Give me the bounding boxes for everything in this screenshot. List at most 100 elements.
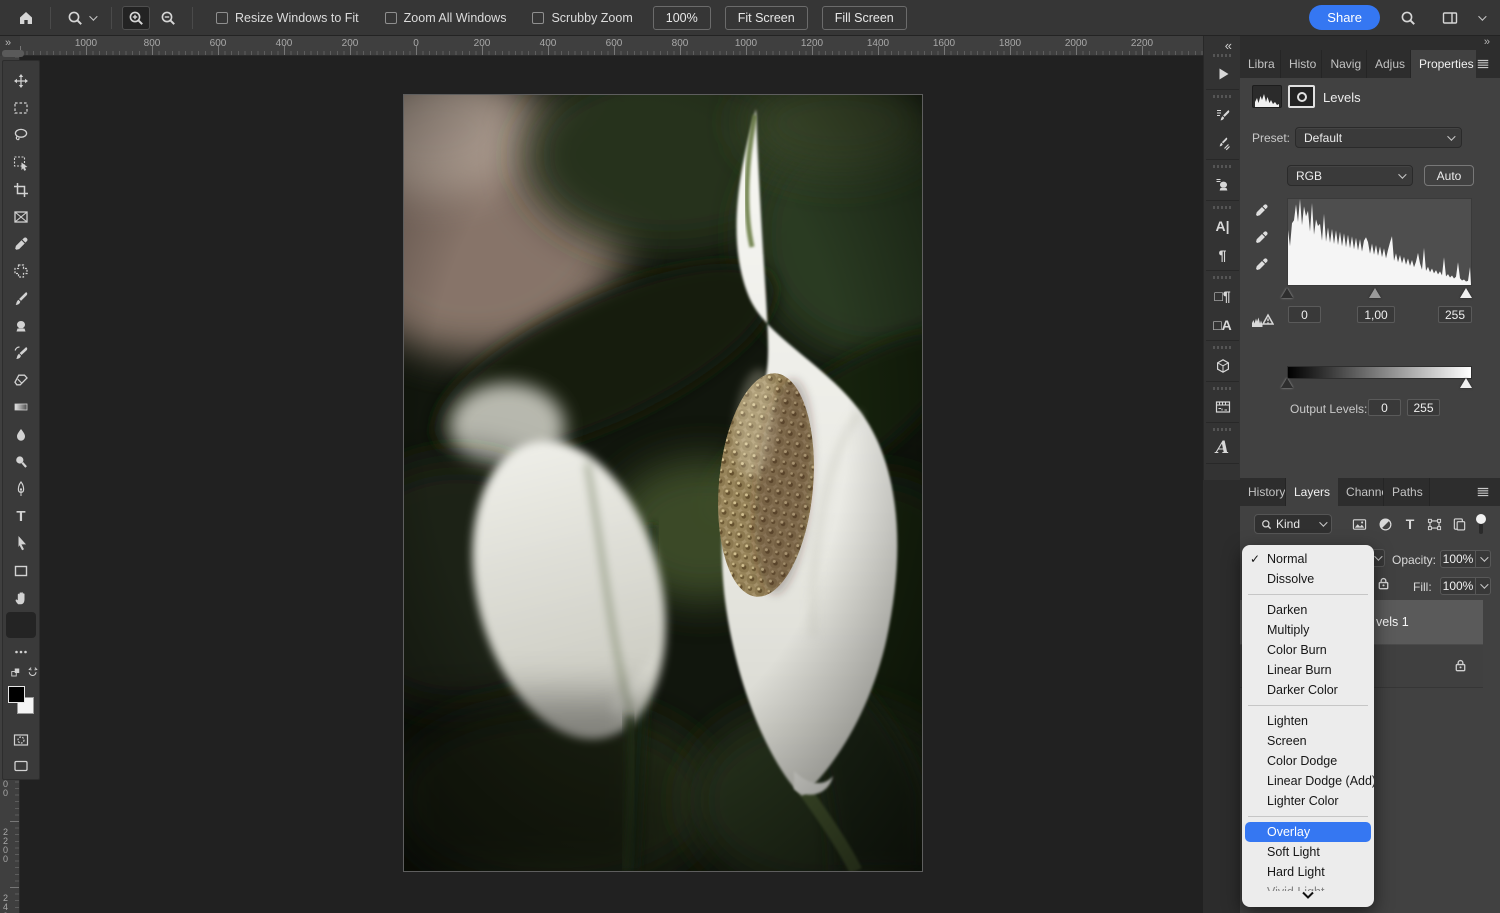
input-shadow-slider[interactable] <box>1281 288 1293 298</box>
menu-item-color-dodge[interactable]: Color Dodge <box>1242 751 1374 771</box>
input-midtone-field[interactable]: 1,00 <box>1357 306 1395 323</box>
collapse-panels-icon[interactable]: « <box>1225 38 1232 53</box>
move-tool[interactable] <box>6 68 36 94</box>
edit-toolbar[interactable] <box>6 639 36 665</box>
frame-tool[interactable] <box>6 204 36 230</box>
zoom-tool-icon[interactable] <box>61 10 89 26</box>
menu-item-linear-dodge-add-[interactable]: Linear Dodge (Add) <box>1242 771 1374 791</box>
filter-toggle[interactable] <box>1476 514 1486 534</box>
clone-stamp-tool[interactable] <box>6 313 36 339</box>
blur-tool[interactable] <box>6 422 36 448</box>
panel-group-grip[interactable] <box>1213 165 1232 168</box>
object-selection-tool[interactable] <box>6 150 36 176</box>
glyphs-panel-icon[interactable]: A <box>1208 434 1237 462</box>
hand-tool[interactable] <box>6 585 36 611</box>
checkbox-icon[interactable] <box>385 12 397 24</box>
expand-panels-icon[interactable]: » <box>1484 36 1490 48</box>
menu-item-overlay[interactable]: Overlay <box>1245 822 1371 842</box>
output-highlight-slider[interactable] <box>1460 378 1472 388</box>
layer-mask-thumbnail[interactable] <box>1288 85 1315 108</box>
crop-tool[interactable] <box>6 177 36 203</box>
zoom-in-icon[interactable] <box>122 6 150 30</box>
input-highlight-slider[interactable] <box>1460 288 1472 298</box>
input-midtone-slider[interactable] <box>1369 288 1381 298</box>
tab-history[interactable]: History <box>1240 478 1286 506</box>
panel-group-grip[interactable] <box>1213 95 1232 98</box>
dodge-tool[interactable] <box>6 449 36 475</box>
zoom-tool[interactable] <box>6 612 36 638</box>
share-button[interactable]: Share <box>1309 5 1380 30</box>
quick-mask-icon[interactable] <box>6 727 36 753</box>
gradient-tool[interactable] <box>6 394 36 420</box>
3d-panel-icon[interactable] <box>1208 352 1237 380</box>
layer-filter-kind-select[interactable]: Kind <box>1254 514 1332 534</box>
preset-select[interactable]: Default <box>1295 127 1462 148</box>
menu-item-normal[interactable]: ✓Normal <box>1242 549 1374 569</box>
tab-paths[interactable]: Paths <box>1384 478 1430 506</box>
path-selection-tool[interactable] <box>6 530 36 556</box>
tab-navig[interactable]: Navig <box>1322 50 1367 78</box>
output-shadow-field[interactable]: 0 <box>1368 399 1401 416</box>
canvas-photo-peace-lily[interactable] <box>404 95 922 871</box>
type-filter-icon[interactable]: T <box>1401 516 1419 532</box>
clone-source-panel-icon[interactable] <box>1208 171 1237 199</box>
panel-group-grip[interactable] <box>1213 387 1232 390</box>
canvas-area[interactable] <box>20 56 1203 913</box>
panel-group-grip[interactable] <box>1213 276 1232 279</box>
checkbox-scrubby-zoom[interactable]: Scrubby Zoom <box>532 11 632 25</box>
actions-panel-icon[interactable] <box>1208 60 1237 88</box>
panel-group-grip[interactable] <box>1213 54 1232 57</box>
tab-layers[interactable]: Layers <box>1286 478 1338 506</box>
fill-field[interactable]: 100% <box>1440 577 1476 595</box>
panel-menu-icon[interactable] <box>1476 57 1500 71</box>
default-colors-icon[interactable] <box>25 663 41 679</box>
tab-channels[interactable]: Channels <box>1338 478 1384 506</box>
character-styles-panel-icon[interactable]: □A <box>1208 311 1237 339</box>
foreground-color-swatch[interactable] <box>8 686 25 703</box>
panel-group-grip[interactable] <box>1213 346 1232 349</box>
brush-tool[interactable] <box>6 286 36 312</box>
menu-scroll-down-icon[interactable] <box>1242 891 1374 907</box>
horizontal-ruler[interactable]: 1000800600400200020040060080010001200140… <box>20 36 1203 56</box>
checkbox-zoom-all-windows[interactable]: Zoom All Windows <box>385 11 507 25</box>
shape-filter-icon[interactable] <box>1425 516 1443 532</box>
checkbox-icon[interactable] <box>532 12 544 24</box>
smart-object-filter-icon[interactable] <box>1450 516 1468 532</box>
healing-brush-tool[interactable] <box>6 258 36 284</box>
menu-item-screen[interactable]: Screen <box>1242 731 1374 751</box>
search-icon[interactable] <box>1394 10 1422 26</box>
panel-group-grip[interactable] <box>1213 206 1232 209</box>
image-filter-icon[interactable] <box>1350 516 1368 532</box>
levels-adjustment-thumbnail[interactable] <box>1252 85 1282 108</box>
menu-item-lighten[interactable]: Lighten <box>1242 711 1374 731</box>
chevron-down-icon[interactable] <box>1478 12 1486 20</box>
white-point-eyedropper-icon[interactable] <box>1254 257 1272 275</box>
rectangle-tool[interactable] <box>6 558 36 584</box>
home-icon[interactable] <box>12 10 40 26</box>
brushes-panel-icon[interactable] <box>1208 130 1237 158</box>
panel-menu-icon[interactable] <box>1476 485 1500 499</box>
fit-screen-button[interactable]: Fit Screen <box>725 6 808 30</box>
eraser-tool[interactable] <box>6 367 36 393</box>
menu-item-darker-color[interactable]: Darker Color <box>1242 680 1374 700</box>
pen-tool[interactable] <box>6 476 36 502</box>
timeline-panel-icon[interactable] <box>1208 393 1237 421</box>
tab-adjus[interactable]: Adjus <box>1367 50 1411 78</box>
eyedropper-tool[interactable] <box>6 231 36 257</box>
menu-item-hard-light[interactable]: Hard Light <box>1242 862 1374 882</box>
input-shadow-field[interactable]: 0 <box>1288 306 1321 323</box>
menu-item-multiply[interactable]: Multiply <box>1242 620 1374 640</box>
histogram-warning-icon[interactable] <box>1252 311 1274 327</box>
menu-item-soft-light[interactable]: Soft Light <box>1242 842 1374 862</box>
black-point-eyedropper-icon[interactable] <box>1254 203 1272 221</box>
character-panel-icon[interactable]: A| <box>1208 212 1237 240</box>
zoom-percent-button[interactable]: 100% <box>653 6 711 30</box>
paragraph-panel-icon[interactable]: ¶ <box>1208 241 1237 269</box>
lock-icon[interactable] <box>1376 576 1391 591</box>
panel-group-grip[interactable] <box>1213 428 1232 431</box>
fill-screen-button[interactable]: Fill Screen <box>822 6 907 30</box>
opacity-chevron[interactable] <box>1476 550 1491 568</box>
tab-histo[interactable]: Histo <box>1281 50 1323 78</box>
menu-item-linear-burn[interactable]: Linear Burn <box>1242 660 1374 680</box>
workspace-icon[interactable] <box>1436 10 1464 26</box>
